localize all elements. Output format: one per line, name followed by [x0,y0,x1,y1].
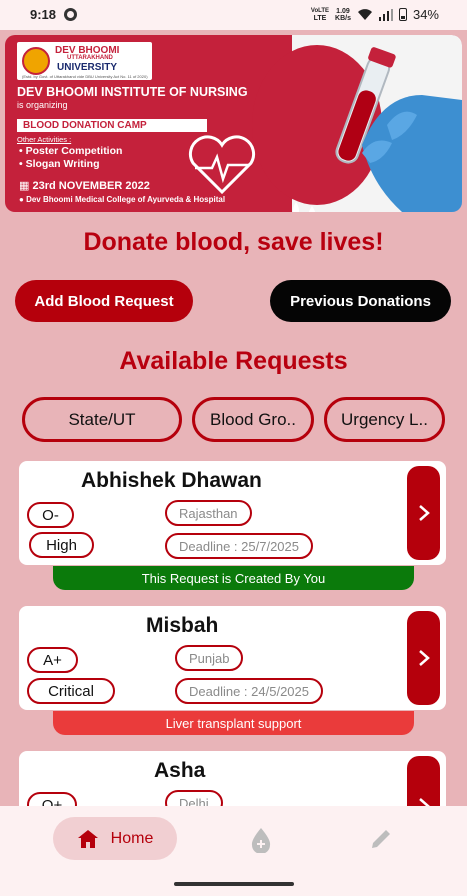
banner-other-activities: Other Activities : [17,135,72,144]
signal-icon [378,8,393,21]
speed-value: 1.09 [336,7,350,15]
home-icon [77,829,98,848]
status-bar: 9:18 VoLTE LTE 1.09 KB/s 34% [0,0,467,30]
deadline-badge: Deadline : 25/7/2025 [165,533,313,559]
university-logo: DEV BHOOMI UTTARAKHAND UNIVERSITY (Estd.… [17,42,152,80]
open-request-button[interactable] [407,611,440,705]
previous-donations-button[interactable]: Previous Donations [270,280,451,322]
slogan: Donate blood, save lives! [83,228,384,256]
urgency-badge: High [29,532,94,558]
status-time: 9:18 [30,7,57,22]
university-seal-icon [22,47,50,75]
wifi-icon [357,9,372,20]
section-title: Available Requests [119,347,348,375]
add-blood-request-button[interactable]: Add Blood Request [15,280,193,322]
banner-venue: ● Dev Bhoomi Medical College of Ayurveda… [19,195,225,204]
lte-label: LTE [313,14,327,22]
blood-group-badge: A+ [27,647,78,673]
banner-camp-title: BLOOD DONATION CAMP [17,119,207,132]
nav-home-tab[interactable]: Home [53,817,177,860]
volte-label: VoLTE [310,7,330,14]
battery-icon [398,8,407,21]
requester-name: Asha [154,759,206,782]
request-card[interactable]: Abhishek Dhawan O- High Rajasthan Deadli… [19,461,446,565]
filter-blood-group[interactable]: Blood Gro.. [192,397,314,442]
requester-name: Misbah [146,614,219,637]
requester-name: Abhishek Dhawan [81,469,262,492]
banner-activity: • Poster Competition [19,145,123,157]
chevron-right-icon [418,505,430,521]
gesture-home-indicator[interactable] [174,882,294,886]
status-icons: VoLTE LTE 1.09 KB/s 34% [311,7,439,22]
state-badge: Rajasthan [165,500,252,526]
open-request-button[interactable] [407,466,440,560]
banner-photo [252,35,462,212]
state-badge: Punjab [175,645,244,671]
logo-line2: UTTARAKHAND [67,55,113,61]
filter-state[interactable]: State/UT [22,397,182,442]
nav-home-label: Home [110,829,154,847]
calendar-icon: ▦ [19,180,33,192]
filter-urgency[interactable]: Urgency L.. [324,397,445,442]
blood-group-badge: O- [27,502,74,528]
location-pin-icon: ● [19,195,27,204]
request-note: Liver transplant support [53,711,414,735]
banner-venue-text: Dev Bhoomi Medical College of Ayurveda &… [26,195,226,204]
blood-drops-icon [293,202,316,212]
banner-date: ▦ 23rd NOVEMBER 2022 [19,179,150,192]
pencil-icon[interactable] [369,827,393,851]
banner-institute: DEV BHOOMI INSTITUTE OF NURSING [17,85,248,99]
speed-unit: KB/s [335,14,351,22]
urgency-badge: Critical [27,678,115,704]
request-card[interactable]: Misbah A+ Critical Punjab Deadline : 24/… [19,606,446,710]
network-type: VoLTE LTE [311,8,329,22]
chevron-right-icon [418,650,430,666]
request-note: This Request is Created By You [53,566,414,590]
deadline-badge: Deadline : 24/5/2025 [175,678,323,704]
banner-organizing: is organizing [17,100,68,110]
heartbeat-heart-icon [188,135,256,195]
network-speed: 1.09 KB/s [335,8,351,22]
logo-line4: (Estd. by Govt. of Uttarakhand vide DBU … [22,74,148,79]
notification-icon [64,8,77,21]
blood-drop-icon[interactable] [249,827,273,853]
logo-line3: UNIVERSITY [57,62,118,73]
event-banner[interactable]: DEV BHOOMI UTTARAKHAND UNIVERSITY (Estd.… [5,35,462,212]
bottom-navigation: Home [0,806,467,896]
blood-tube-hand-icon [335,47,462,212]
banner-activity: • Slogan Writing [19,158,100,170]
battery-percent: 34% [412,7,439,22]
banner-date-text: 23rd NOVEMBER 2022 [32,180,150,192]
